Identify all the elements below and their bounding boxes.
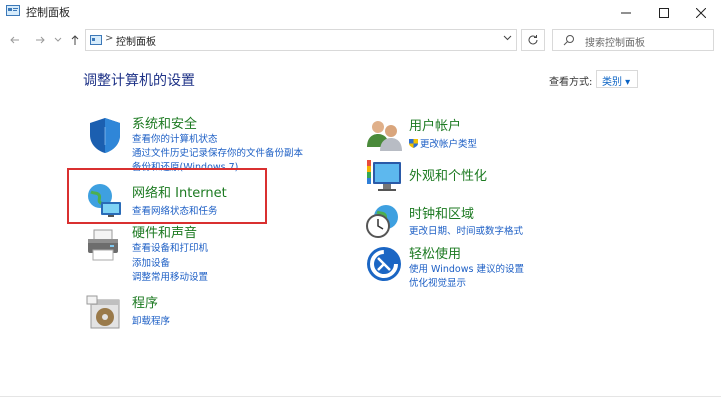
search-icon	[563, 35, 574, 46]
category-link[interactable]: 优化视觉显示	[409, 275, 466, 289]
up-arrow-icon	[71, 34, 79, 45]
category-title[interactable]: 程序	[132, 292, 158, 311]
window-title: 控制面板	[26, 6, 70, 19]
title-bar: 控制面板	[0, 0, 721, 26]
close-button[interactable]	[684, 0, 718, 26]
bottom-border	[0, 396, 721, 397]
refresh-icon	[528, 35, 538, 45]
category-link-label[interactable]: 更改帐户类型	[420, 139, 477, 150]
shield-icon	[90, 118, 120, 153]
chevron-down-icon	[503, 35, 512, 41]
maximize-button[interactable]	[647, 0, 681, 26]
close-icon	[696, 8, 706, 18]
history-dropdown[interactable]	[50, 31, 66, 49]
address-dropdown[interactable]	[503, 33, 512, 44]
category-title[interactable]: 外观和个性化	[409, 165, 487, 184]
address-bar[interactable]: > 控制面板	[85, 29, 517, 51]
category-link[interactable]: 卸载程序	[132, 313, 170, 327]
breadcrumb[interactable]: 控制面板	[116, 33, 156, 48]
category-link[interactable]: 更改帐户类型	[409, 136, 477, 150]
up-button[interactable]	[67, 31, 83, 49]
category-link[interactable]: 更改日期、时间或数字格式	[409, 223, 523, 237]
minimize-button[interactable]	[609, 0, 643, 26]
category-title[interactable]: 用户帐户	[409, 115, 461, 134]
monitor-paint-icon	[367, 160, 401, 191]
highlight-box	[67, 168, 267, 224]
view-by-dropdown[interactable]: 类别 ▾	[596, 70, 638, 88]
maximize-icon	[659, 8, 669, 18]
programs-disc-icon	[86, 295, 120, 329]
users-icon	[367, 121, 402, 151]
page-title: 调整计算机的设置	[83, 73, 195, 89]
control-panel-icon	[6, 5, 20, 16]
category-link[interactable]: 使用 Windows 建议的设置	[409, 261, 524, 275]
category-link[interactable]: 调整常用移动设置	[132, 269, 208, 283]
refresh-button[interactable]	[521, 29, 545, 51]
breadcrumb-separator[interactable]: >	[105, 33, 113, 44]
clock-globe-icon	[366, 205, 398, 238]
chevron-down-icon	[54, 37, 62, 42]
category-title[interactable]: 系统和安全	[132, 113, 197, 132]
forward-button[interactable]	[32, 31, 48, 49]
back-button[interactable]	[7, 31, 23, 49]
category-link[interactable]: 查看你的计算机状态	[132, 131, 218, 145]
control-panel-icon	[90, 35, 102, 45]
printer-icon	[88, 229, 118, 261]
uac-shield-icon	[409, 139, 418, 148]
search-box[interactable]: 搜索控制面板	[552, 29, 714, 51]
ease-of-access-icon	[367, 247, 401, 281]
category-title[interactable]: 时钟和区域	[409, 203, 474, 222]
category-link[interactable]: 添加设备	[132, 255, 170, 269]
back-arrow-icon	[10, 36, 19, 44]
category-link[interactable]: 通过文件历史记录保存你的文件备份副本	[132, 145, 303, 159]
minimize-icon	[621, 12, 631, 14]
category-title[interactable]: 硬件和声音	[132, 222, 197, 241]
view-by-label: 查看方式:	[549, 77, 593, 88]
category-link[interactable]: 查看设备和打印机	[132, 240, 208, 254]
search-input[interactable]: 搜索控制面板	[585, 34, 645, 49]
forward-arrow-icon	[36, 36, 45, 44]
category-title[interactable]: 轻松使用	[409, 243, 461, 262]
